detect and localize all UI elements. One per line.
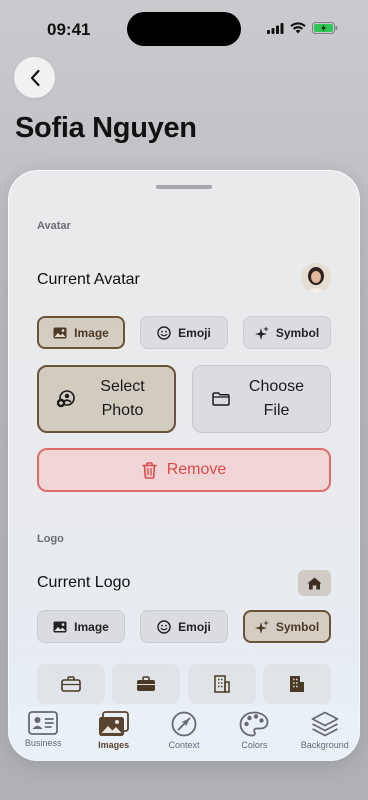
building-fill-icon	[290, 676, 304, 692]
tab-background-label: Background	[300, 740, 349, 750]
photo-badge-plus-icon	[56, 390, 75, 408]
avatar-segment-symbol-label: Symbol	[275, 325, 320, 340]
current-logo-preview[interactable]	[298, 570, 331, 596]
avatar-segment-emoji-label: Emoji	[178, 325, 211, 340]
logo-segment-emoji-label: Emoji	[178, 619, 211, 634]
remove-button[interactable]: Remove	[37, 448, 331, 492]
avatar-section-label: Avatar	[37, 220, 71, 232]
current-logo-label: Current Logo	[37, 574, 131, 591]
avatar-portrait-icon	[301, 263, 331, 293]
current-avatar-image[interactable]	[301, 263, 331, 293]
briefcase-fill-icon	[137, 676, 155, 691]
house-fill-icon	[307, 577, 322, 589]
tab-business[interactable]: Business	[12, 711, 74, 748]
logo-segment-image-label: Image	[74, 619, 109, 634]
sparkles-icon	[254, 619, 269, 634]
compass-arrow-icon	[171, 711, 197, 737]
symbol-tile-building[interactable]	[188, 664, 256, 704]
tab-images-label: Images	[98, 740, 130, 750]
logo-section-label: Logo	[37, 533, 64, 545]
bottom-tab-bar: Business Images Context Colors Backgroun…	[8, 705, 360, 761]
logo-segment-symbol-label: Symbol	[275, 619, 320, 634]
select-photo-button[interactable]: Select Photo	[37, 365, 176, 433]
briefcase-outline-icon	[61, 676, 81, 692]
logo-segment-emoji[interactable]: Emoji	[140, 610, 228, 643]
avatar-segment-symbol[interactable]: Symbol	[243, 316, 331, 349]
trash-icon	[141, 461, 157, 479]
chevron-left-icon	[30, 69, 40, 86]
tab-context-label: Context	[168, 740, 200, 750]
tab-images[interactable]: Images	[83, 711, 145, 750]
cellular-signal-icon	[267, 22, 284, 34]
symbol-tile-briefcase[interactable]	[37, 664, 105, 704]
avatar-segment-image[interactable]: Image	[37, 316, 125, 349]
avatar-segment-emoji[interactable]: Emoji	[140, 316, 228, 349]
edit-images-sheet: Avatar Current Avatar Image Emoji Symbol	[8, 170, 360, 761]
symbol-tile-building-fill[interactable]	[263, 664, 331, 704]
tab-background[interactable]: Background	[294, 711, 356, 750]
tab-colors-label: Colors	[241, 740, 268, 750]
logo-segment-symbol[interactable]: Symbol	[243, 610, 331, 643]
symbol-tile-briefcase-fill[interactable]	[112, 664, 180, 704]
logo-segment-image[interactable]: Image	[37, 610, 125, 643]
back-button[interactable]	[14, 57, 55, 98]
palette-icon	[239, 711, 269, 737]
avatar-segment-image-label: Image	[74, 325, 109, 340]
building-outline-icon	[214, 675, 230, 693]
choose-file-button[interactable]: Choose File	[192, 365, 331, 433]
sheet-grabber[interactable]	[156, 185, 212, 189]
smiley-icon	[157, 325, 171, 340]
photo-icon	[53, 621, 67, 632]
tab-colors[interactable]: Colors	[223, 711, 285, 750]
remove-label: Remove	[166, 461, 227, 478]
current-avatar-label: Current Avatar	[37, 271, 140, 288]
tab-context[interactable]: Context	[153, 711, 215, 750]
status-icons	[267, 22, 338, 34]
smiley-icon	[157, 619, 171, 634]
status-bar: 09:41	[0, 0, 368, 54]
page-title: Sofia Nguyen	[15, 112, 197, 144]
sparkles-icon	[254, 325, 269, 340]
folder-icon	[211, 392, 230, 406]
photos-icon	[98, 711, 129, 736]
layers-icon	[311, 711, 339, 737]
select-photo-label: Select Photo	[100, 378, 145, 419]
status-time: 09:41	[47, 20, 91, 39]
wifi-icon	[290, 22, 306, 34]
choose-file-label: Choose File	[248, 378, 305, 419]
dynamic-island	[127, 12, 241, 46]
photo-icon	[53, 327, 67, 338]
person-card-icon	[28, 711, 59, 735]
battery-charging-icon	[312, 22, 338, 34]
tab-business-label: Business	[24, 738, 62, 748]
